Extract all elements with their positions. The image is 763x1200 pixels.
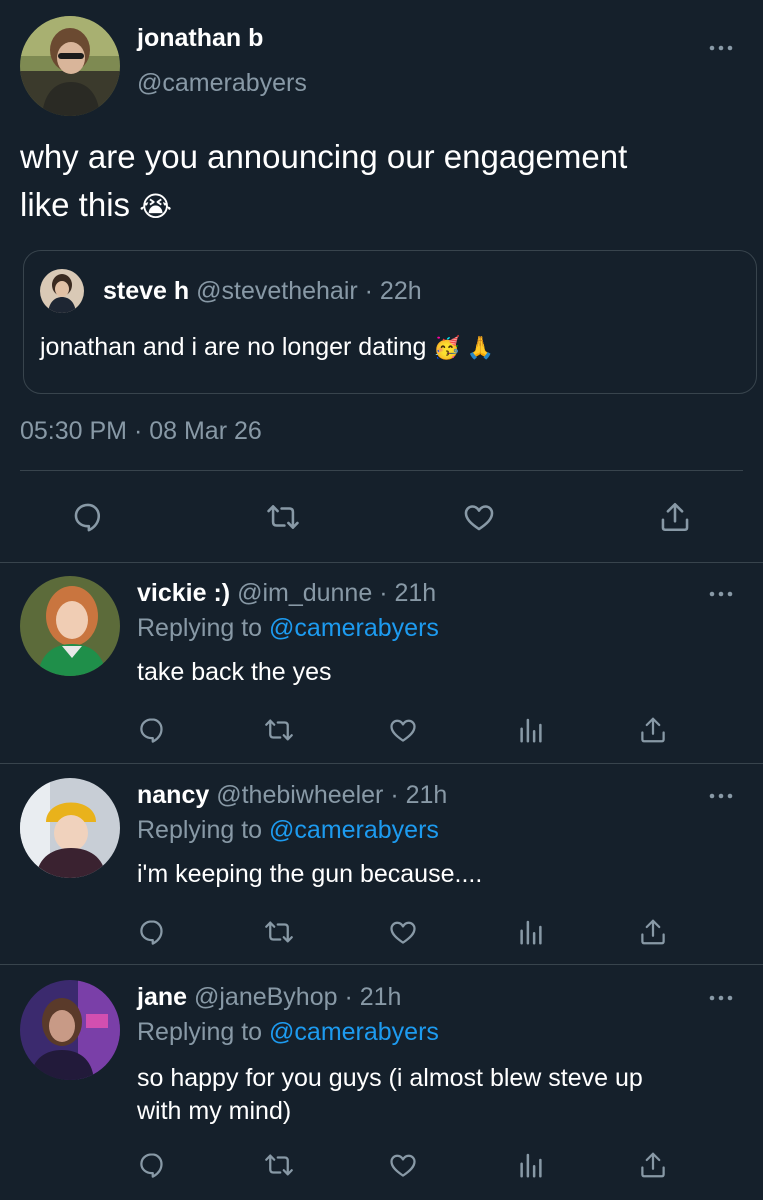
reply-author-handle[interactable]: @im_dunne — [237, 579, 372, 607]
divider — [20, 470, 743, 471]
quoted-header: steve h @stevethehair · 22h — [103, 277, 422, 306]
reply-avatar[interactable] — [20, 980, 120, 1080]
retweet-icon[interactable] — [264, 917, 294, 947]
quoted-time: · 22h — [364, 277, 422, 305]
replying-to-link[interactable]: @camerabyers — [269, 816, 439, 844]
reply-text-line-2: with my mind) — [137, 1097, 292, 1125]
reply-text: i'm keeping the gun because.... — [137, 860, 483, 888]
share-icon[interactable] — [638, 1150, 668, 1180]
reply-text: so happy for you guys (i almost blew ste… — [137, 1062, 643, 1128]
reply-time: · 21h — [379, 579, 437, 607]
retweet-icon[interactable] — [264, 1150, 294, 1180]
reply-time: · 21h — [344, 983, 402, 1011]
reply-header: jane @janeByhop · 21h — [137, 983, 401, 1012]
tweet-text-line-2: like this — [20, 186, 131, 223]
quoted-author-name[interactable]: steve h — [103, 277, 189, 305]
quoted-author-handle[interactable]: @stevethehair — [196, 277, 358, 305]
more-icon[interactable] — [706, 789, 736, 803]
like-icon[interactable] — [388, 917, 418, 947]
tweet-timestamp[interactable]: 05:30 PM · 08 Mar 26 — [20, 417, 262, 446]
divider — [0, 763, 763, 764]
replying-to-label: Replying to — [137, 816, 263, 844]
divider — [0, 964, 763, 965]
avatar[interactable] — [20, 16, 120, 116]
tweet-text: why are you announcing our engagement li… — [20, 133, 740, 231]
party-pray-emojis: 🥳 🙏 — [433, 335, 495, 360]
like-icon[interactable] — [388, 715, 418, 745]
quoted-tweet-card[interactable] — [23, 250, 757, 394]
reply-author-name[interactable]: nancy — [137, 781, 209, 809]
reply-header: vickie :) @im_dunne · 21h — [137, 579, 436, 608]
reply-icon[interactable] — [137, 715, 167, 745]
share-icon[interactable] — [658, 500, 692, 534]
reply-author-handle[interactable]: @thebiwheeler — [216, 781, 383, 809]
replying-to-label: Replying to — [137, 1018, 263, 1046]
replying-to-line: Replying to @camerabyers — [137, 1018, 439, 1047]
more-icon[interactable] — [706, 991, 736, 1005]
like-icon[interactable] — [388, 1150, 418, 1180]
more-icon[interactable] — [706, 587, 736, 601]
reply-text: take back the yes — [137, 658, 332, 686]
more-icon[interactable] — [706, 41, 736, 55]
reply-avatar[interactable] — [20, 778, 120, 878]
reply-header: nancy @thebiwheeler · 21h — [137, 781, 447, 810]
reply-time: · 21h — [390, 781, 448, 809]
author-handle[interactable]: @camerabyers — [137, 69, 307, 98]
reply-text-line-1: so happy for you guys (i almost blew ste… — [137, 1064, 643, 1092]
retweet-icon[interactable] — [266, 500, 300, 534]
replying-to-line: Replying to @camerabyers — [137, 614, 439, 643]
divider — [0, 562, 763, 563]
replying-to-line: Replying to @camerabyers — [137, 816, 439, 845]
quoted-avatar[interactable] — [40, 269, 84, 313]
reply-icon[interactable] — [137, 917, 167, 947]
analytics-icon[interactable] — [516, 917, 546, 947]
replying-to-link[interactable]: @camerabyers — [269, 1018, 439, 1046]
reply-avatar[interactable] — [20, 576, 120, 676]
quoted-text-body: jonathan and i are no longer dating — [40, 333, 427, 361]
reply-author-name[interactable]: jane — [137, 983, 187, 1011]
like-icon[interactable] — [462, 500, 496, 534]
replying-to-label: Replying to — [137, 614, 263, 642]
share-icon[interactable] — [638, 715, 668, 745]
analytics-icon[interactable] — [516, 1150, 546, 1180]
reply-icon[interactable] — [137, 1150, 167, 1180]
tweet-text-line-1: why are you announcing our engagement — [20, 138, 628, 175]
replying-to-link[interactable]: @camerabyers — [269, 614, 439, 642]
crying-emoji: 😭 — [139, 191, 172, 222]
reply-icon[interactable] — [71, 500, 105, 534]
reply-author-handle[interactable]: @janeByhop — [194, 983, 338, 1011]
author-name[interactable]: jonathan b — [137, 24, 263, 53]
share-icon[interactable] — [638, 917, 668, 947]
quoted-text: jonathan and i are no longer dating 🥳 🙏 — [40, 333, 494, 362]
retweet-icon[interactable] — [264, 715, 294, 745]
reply-author-name[interactable]: vickie :) — [137, 579, 230, 607]
analytics-icon[interactable] — [516, 715, 546, 745]
tweet-thread: jonathan b @camerabyers why are you anno… — [0, 0, 763, 1200]
